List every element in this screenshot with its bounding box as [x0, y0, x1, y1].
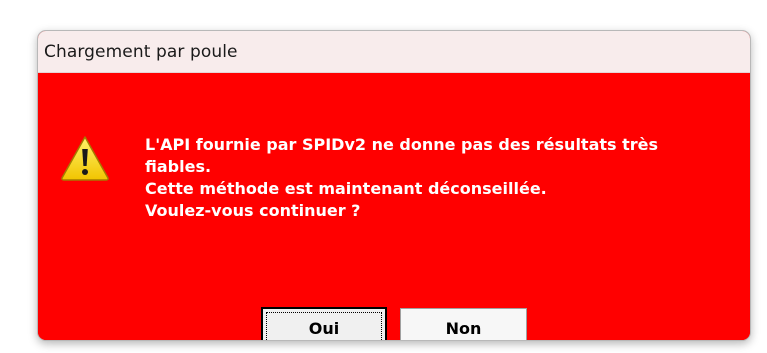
dialog-titlebar[interactable]: Chargement par poule [38, 31, 750, 73]
no-button[interactable]: Non [400, 308, 527, 340]
dialog-title: Chargement par poule [44, 41, 238, 62]
message-line: Voulez-vous continuer ? [145, 201, 361, 220]
warning-icon [61, 136, 109, 181]
dialog-content: L'API fournie par SPIDv2 ne donne pas de… [38, 73, 750, 340]
dialog-message: L'API fournie par SPIDv2 ne donne pas de… [145, 134, 725, 222]
message-line: fiables. [145, 157, 212, 176]
screen: Chargement par poule L'API fournie par S… [0, 0, 767, 353]
yes-button-label: Oui [308, 318, 340, 338]
yes-button[interactable]: Oui [261, 307, 387, 340]
message-line: Cette méthode est maintenant déconseillé… [145, 179, 547, 198]
message-line: L'API fournie par SPIDv2 ne donne pas de… [145, 135, 659, 154]
no-button-label: Non [445, 318, 482, 338]
confirmation-dialog: Chargement par poule L'API fournie par S… [37, 30, 751, 341]
